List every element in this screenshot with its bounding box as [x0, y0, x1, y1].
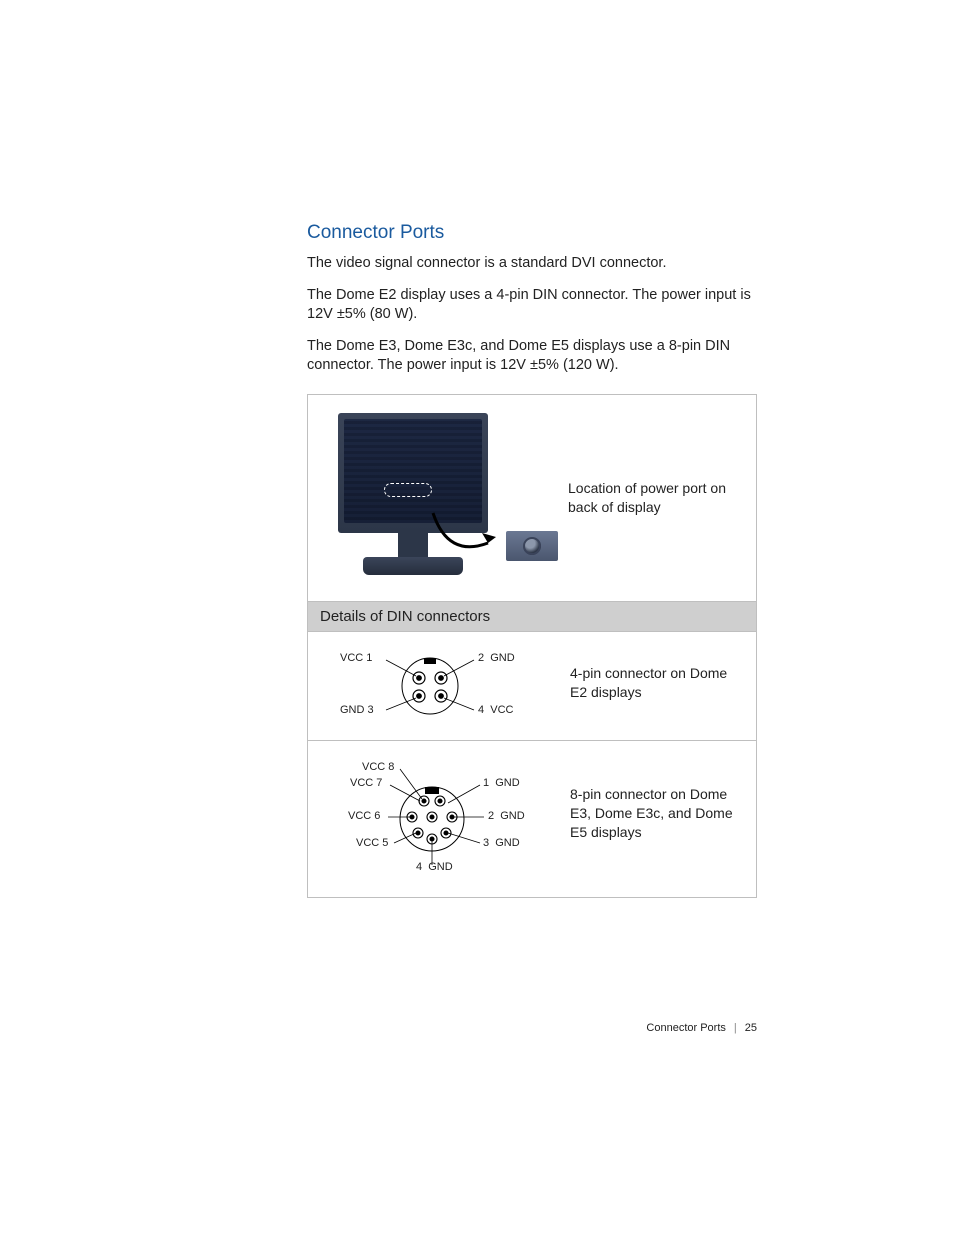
monitor-back-illustration	[328, 413, 558, 583]
figure-caption: 4-pin connector on Dome E2 displays	[570, 646, 744, 702]
pin-label: VCC 6	[348, 810, 380, 822]
figure-photo-row: Location of power port on back of displa…	[308, 395, 756, 601]
pin-label: 4 VCC	[478, 704, 513, 716]
pin-label: 3 GND	[483, 837, 520, 849]
pin-label: 1 GND	[483, 777, 520, 789]
footer-page-number: 25	[745, 1022, 757, 1034]
body-paragraph: The Dome E3, Dome E3c, and Dome E5 displ…	[307, 337, 757, 376]
figure-caption: Location of power port on back of displa…	[558, 479, 736, 517]
page-footer: Connector Ports | 25	[646, 1022, 757, 1034]
footer-section: Connector Ports	[646, 1022, 725, 1034]
pin-label: 4 GND	[416, 861, 453, 873]
eight-pin-row: VCC 8 VCC 7 VCC 6 VCC 5 1 GND 2 GND 3 GN…	[308, 740, 756, 897]
body-paragraph: The Dome E2 display uses a 4-pin DIN con…	[307, 286, 757, 325]
pin-label: GND 3	[340, 704, 374, 716]
eight-pin-diagram: VCC 8 VCC 7 VCC 6 VCC 5 1 GND 2 GND 3 GN…	[320, 755, 570, 883]
pin-label: VCC 1	[340, 652, 372, 664]
section-heading: Connector Ports	[307, 222, 757, 244]
figure-container: Location of power port on back of displa…	[307, 394, 757, 898]
power-port-zoom	[506, 531, 558, 561]
four-pin-row: VCC 1 2 GND GND 3 4 VCC 4-pin connector …	[308, 632, 756, 740]
pin-label: VCC 7	[350, 777, 382, 789]
pin-label: 2 GND	[488, 810, 525, 822]
figure-subheading: Details of DIN connectors	[308, 601, 756, 632]
figure-caption: 8-pin connector on Dome E3, Dome E3c, an…	[570, 755, 744, 842]
pin-label: VCC 5	[356, 837, 388, 849]
callout-arrow-icon	[428, 508, 508, 568]
four-pin-diagram: VCC 1 2 GND GND 3 4 VCC	[320, 646, 570, 726]
body-paragraph: The video signal connector is a standard…	[307, 254, 757, 274]
pin-label: VCC 8	[362, 761, 394, 773]
pin-label: 2 GND	[478, 652, 515, 664]
footer-separator-icon: |	[734, 1022, 737, 1034]
